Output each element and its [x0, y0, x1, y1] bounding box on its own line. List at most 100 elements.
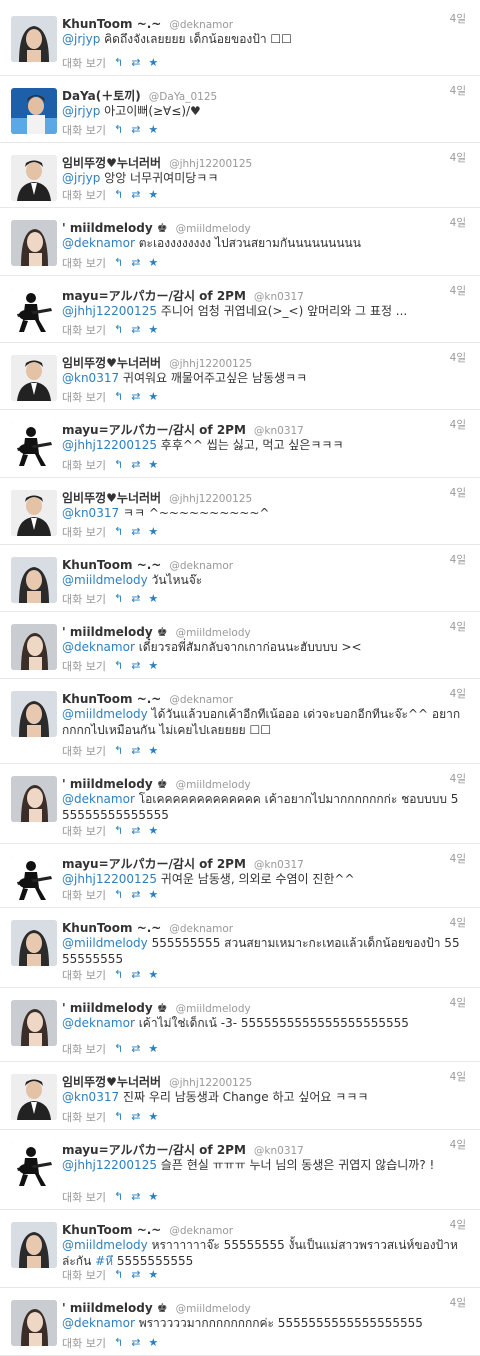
user-name[interactable]: KhunToom ~.~	[62, 558, 161, 572]
user-handle[interactable]: @kn0317	[254, 859, 304, 871]
reply-icon[interactable]: ↰	[114, 591, 123, 607]
retweet-icon[interactable]: ⇄	[131, 389, 140, 405]
user-handle[interactable]: @miildmelody	[176, 223, 251, 235]
favorite-icon[interactable]: ★	[148, 389, 158, 405]
retweet-icon[interactable]: ⇄	[131, 887, 140, 903]
reply-icon[interactable]: ↰	[114, 322, 123, 338]
retweet-icon[interactable]: ⇄	[131, 322, 140, 338]
user-handle[interactable]: @jhhj12200125	[169, 158, 252, 170]
retweet-icon[interactable]: ⇄	[131, 591, 140, 607]
favorite-icon[interactable]: ★	[148, 1041, 158, 1057]
user-handle[interactable]: @miildmelody	[176, 1003, 251, 1015]
retweet-icon[interactable]: ⇄	[131, 122, 140, 138]
tweet-timestamp[interactable]: 4일	[450, 418, 466, 432]
avatar[interactable]	[11, 88, 57, 134]
retweet-icon[interactable]: ⇄	[131, 743, 140, 759]
view-conversation-link[interactable]: 대화 보기	[62, 1191, 106, 1204]
tweet-timestamp[interactable]: 4일	[450, 1138, 466, 1152]
retweet-icon[interactable]: ⇄	[131, 1189, 140, 1205]
view-conversation-link[interactable]: 대화 보기	[62, 1111, 106, 1124]
tweet-item[interactable]: KhunToom ~.~ @deknamor 4일 @miildmelody 5555…	[0, 908, 480, 988]
tweet-item[interactable]: 임비뚜껑♥누너러버 @jhhj12200125 4일 @kn0317 귀여워요 깨물어…	[0, 343, 480, 410]
mention-link[interactable]: @jrjyp	[62, 104, 100, 118]
user-handle[interactable]: @deknamor	[169, 560, 233, 572]
user-name[interactable]: mayu=アルパカー/감시 of 2PM	[62, 289, 246, 303]
reply-icon[interactable]: ↰	[114, 967, 123, 983]
avatar[interactable]	[11, 1000, 57, 1046]
user-name[interactable]: 임비뚜껑♥누너러버	[62, 491, 161, 505]
tweet-timestamp[interactable]: 4일	[450, 284, 466, 298]
retweet-icon[interactable]: ⇄	[131, 1335, 140, 1351]
view-conversation-link[interactable]: 대화 보기	[62, 969, 106, 982]
user-name[interactable]: mayu=アルパカー/감시 of 2PM	[62, 857, 246, 871]
mention-link[interactable]: @jhhj12200125	[62, 438, 157, 452]
user-name[interactable]: KhunToom ~.~	[62, 921, 161, 935]
avatar[interactable]	[11, 920, 57, 966]
tweet-item[interactable]: KhunToom ~.~ @deknamor 4일 @jrjyp คิดถึงจังเ…	[0, 4, 480, 76]
mention-link[interactable]: @miildmelody	[62, 707, 148, 721]
avatar[interactable]	[11, 490, 57, 536]
favorite-icon[interactable]: ★	[148, 887, 158, 903]
tweet-timestamp[interactable]: 4일	[450, 351, 466, 365]
user-name[interactable]: mayu=アルパカー/감시 of 2PM	[62, 423, 246, 437]
favorite-icon[interactable]: ★	[148, 1109, 158, 1125]
avatar[interactable]	[11, 1074, 57, 1120]
reply-icon[interactable]: ↰	[114, 823, 123, 839]
reply-icon[interactable]: ↰	[114, 1335, 123, 1351]
mention-link[interactable]: @kn0317	[62, 371, 119, 385]
tweet-item[interactable]: DaYa(＋토끼) @DaYa_0125 4일 @jrjyp 아고이뻐(≥∀≤)/♥ 대…	[0, 76, 480, 143]
avatar[interactable]	[11, 624, 57, 670]
tweet-timestamp[interactable]: 4일	[450, 852, 466, 866]
avatar[interactable]	[11, 355, 57, 401]
reply-icon[interactable]: ↰	[114, 524, 123, 540]
avatar[interactable]	[11, 16, 57, 62]
user-handle[interactable]: @deknamor	[169, 19, 233, 31]
mention-link[interactable]: @miildmelody	[62, 573, 148, 587]
user-name[interactable]: KhunToom ~.~	[62, 1223, 161, 1237]
mention-link[interactable]: @deknamor	[62, 1016, 135, 1030]
user-name[interactable]: 임비뚜껑♥누너러버	[62, 1075, 161, 1089]
tweet-timestamp[interactable]: 4일	[450, 486, 466, 500]
user-name[interactable]: KhunToom ~.~	[62, 692, 161, 706]
user-handle[interactable]: @jhhj12200125	[169, 358, 252, 370]
user-handle[interactable]: @DaYa_0125	[149, 91, 217, 103]
view-conversation-link[interactable]: 대화 보기	[62, 257, 106, 270]
user-name[interactable]: ' miildmelody ♚	[62, 1301, 168, 1315]
view-conversation-link[interactable]: 대화 보기	[62, 526, 106, 539]
view-conversation-link[interactable]: 대화 보기	[62, 889, 106, 902]
reply-icon[interactable]: ↰	[114, 1041, 123, 1057]
user-name[interactable]: mayu=アルパカー/감시 of 2PM	[62, 1143, 246, 1157]
favorite-icon[interactable]: ★	[148, 1335, 158, 1351]
view-conversation-link[interactable]: 대화 보기	[62, 189, 106, 202]
favorite-icon[interactable]: ★	[148, 1189, 158, 1205]
user-name[interactable]: DaYa(＋토끼)	[62, 89, 141, 103]
favorite-icon[interactable]: ★	[148, 591, 158, 607]
avatar[interactable]	[11, 155, 57, 201]
favorite-icon[interactable]: ★	[148, 823, 158, 839]
retweet-icon[interactable]: ⇄	[131, 1267, 140, 1283]
retweet-icon[interactable]: ⇄	[131, 524, 140, 540]
mention-link[interactable]: @kn0317	[62, 1090, 119, 1104]
tweet-timestamp[interactable]: 4일	[450, 996, 466, 1010]
user-handle[interactable]: @miildmelody	[176, 627, 251, 639]
reply-icon[interactable]: ↰	[114, 55, 123, 71]
tweet-timestamp[interactable]: 4일	[450, 687, 466, 701]
user-handle[interactable]: @deknamor	[169, 694, 233, 706]
user-handle[interactable]: @kn0317	[254, 291, 304, 303]
retweet-icon[interactable]: ⇄	[131, 658, 140, 674]
user-name[interactable]: 임비뚜껑♥누너러버	[62, 156, 161, 170]
user-handle[interactable]: @deknamor	[169, 1225, 233, 1237]
retweet-icon[interactable]: ⇄	[131, 55, 140, 71]
tweet-item[interactable]: ' miildmelody ♚ @miildmelody 4일 @deknamor พ…	[0, 1288, 480, 1356]
tweet-timestamp[interactable]: 4일	[450, 1296, 466, 1310]
view-conversation-link[interactable]: 대화 보기	[62, 745, 106, 758]
view-conversation-link[interactable]: 대화 보기	[62, 124, 106, 137]
favorite-icon[interactable]: ★	[148, 658, 158, 674]
view-conversation-link[interactable]: 대화 보기	[62, 660, 106, 673]
reply-icon[interactable]: ↰	[114, 1267, 123, 1283]
avatar[interactable]	[11, 776, 57, 822]
retweet-icon[interactable]: ⇄	[131, 187, 140, 203]
avatar[interactable]	[11, 557, 57, 603]
view-conversation-link[interactable]: 대화 보기	[62, 391, 106, 404]
reply-icon[interactable]: ↰	[114, 457, 123, 473]
